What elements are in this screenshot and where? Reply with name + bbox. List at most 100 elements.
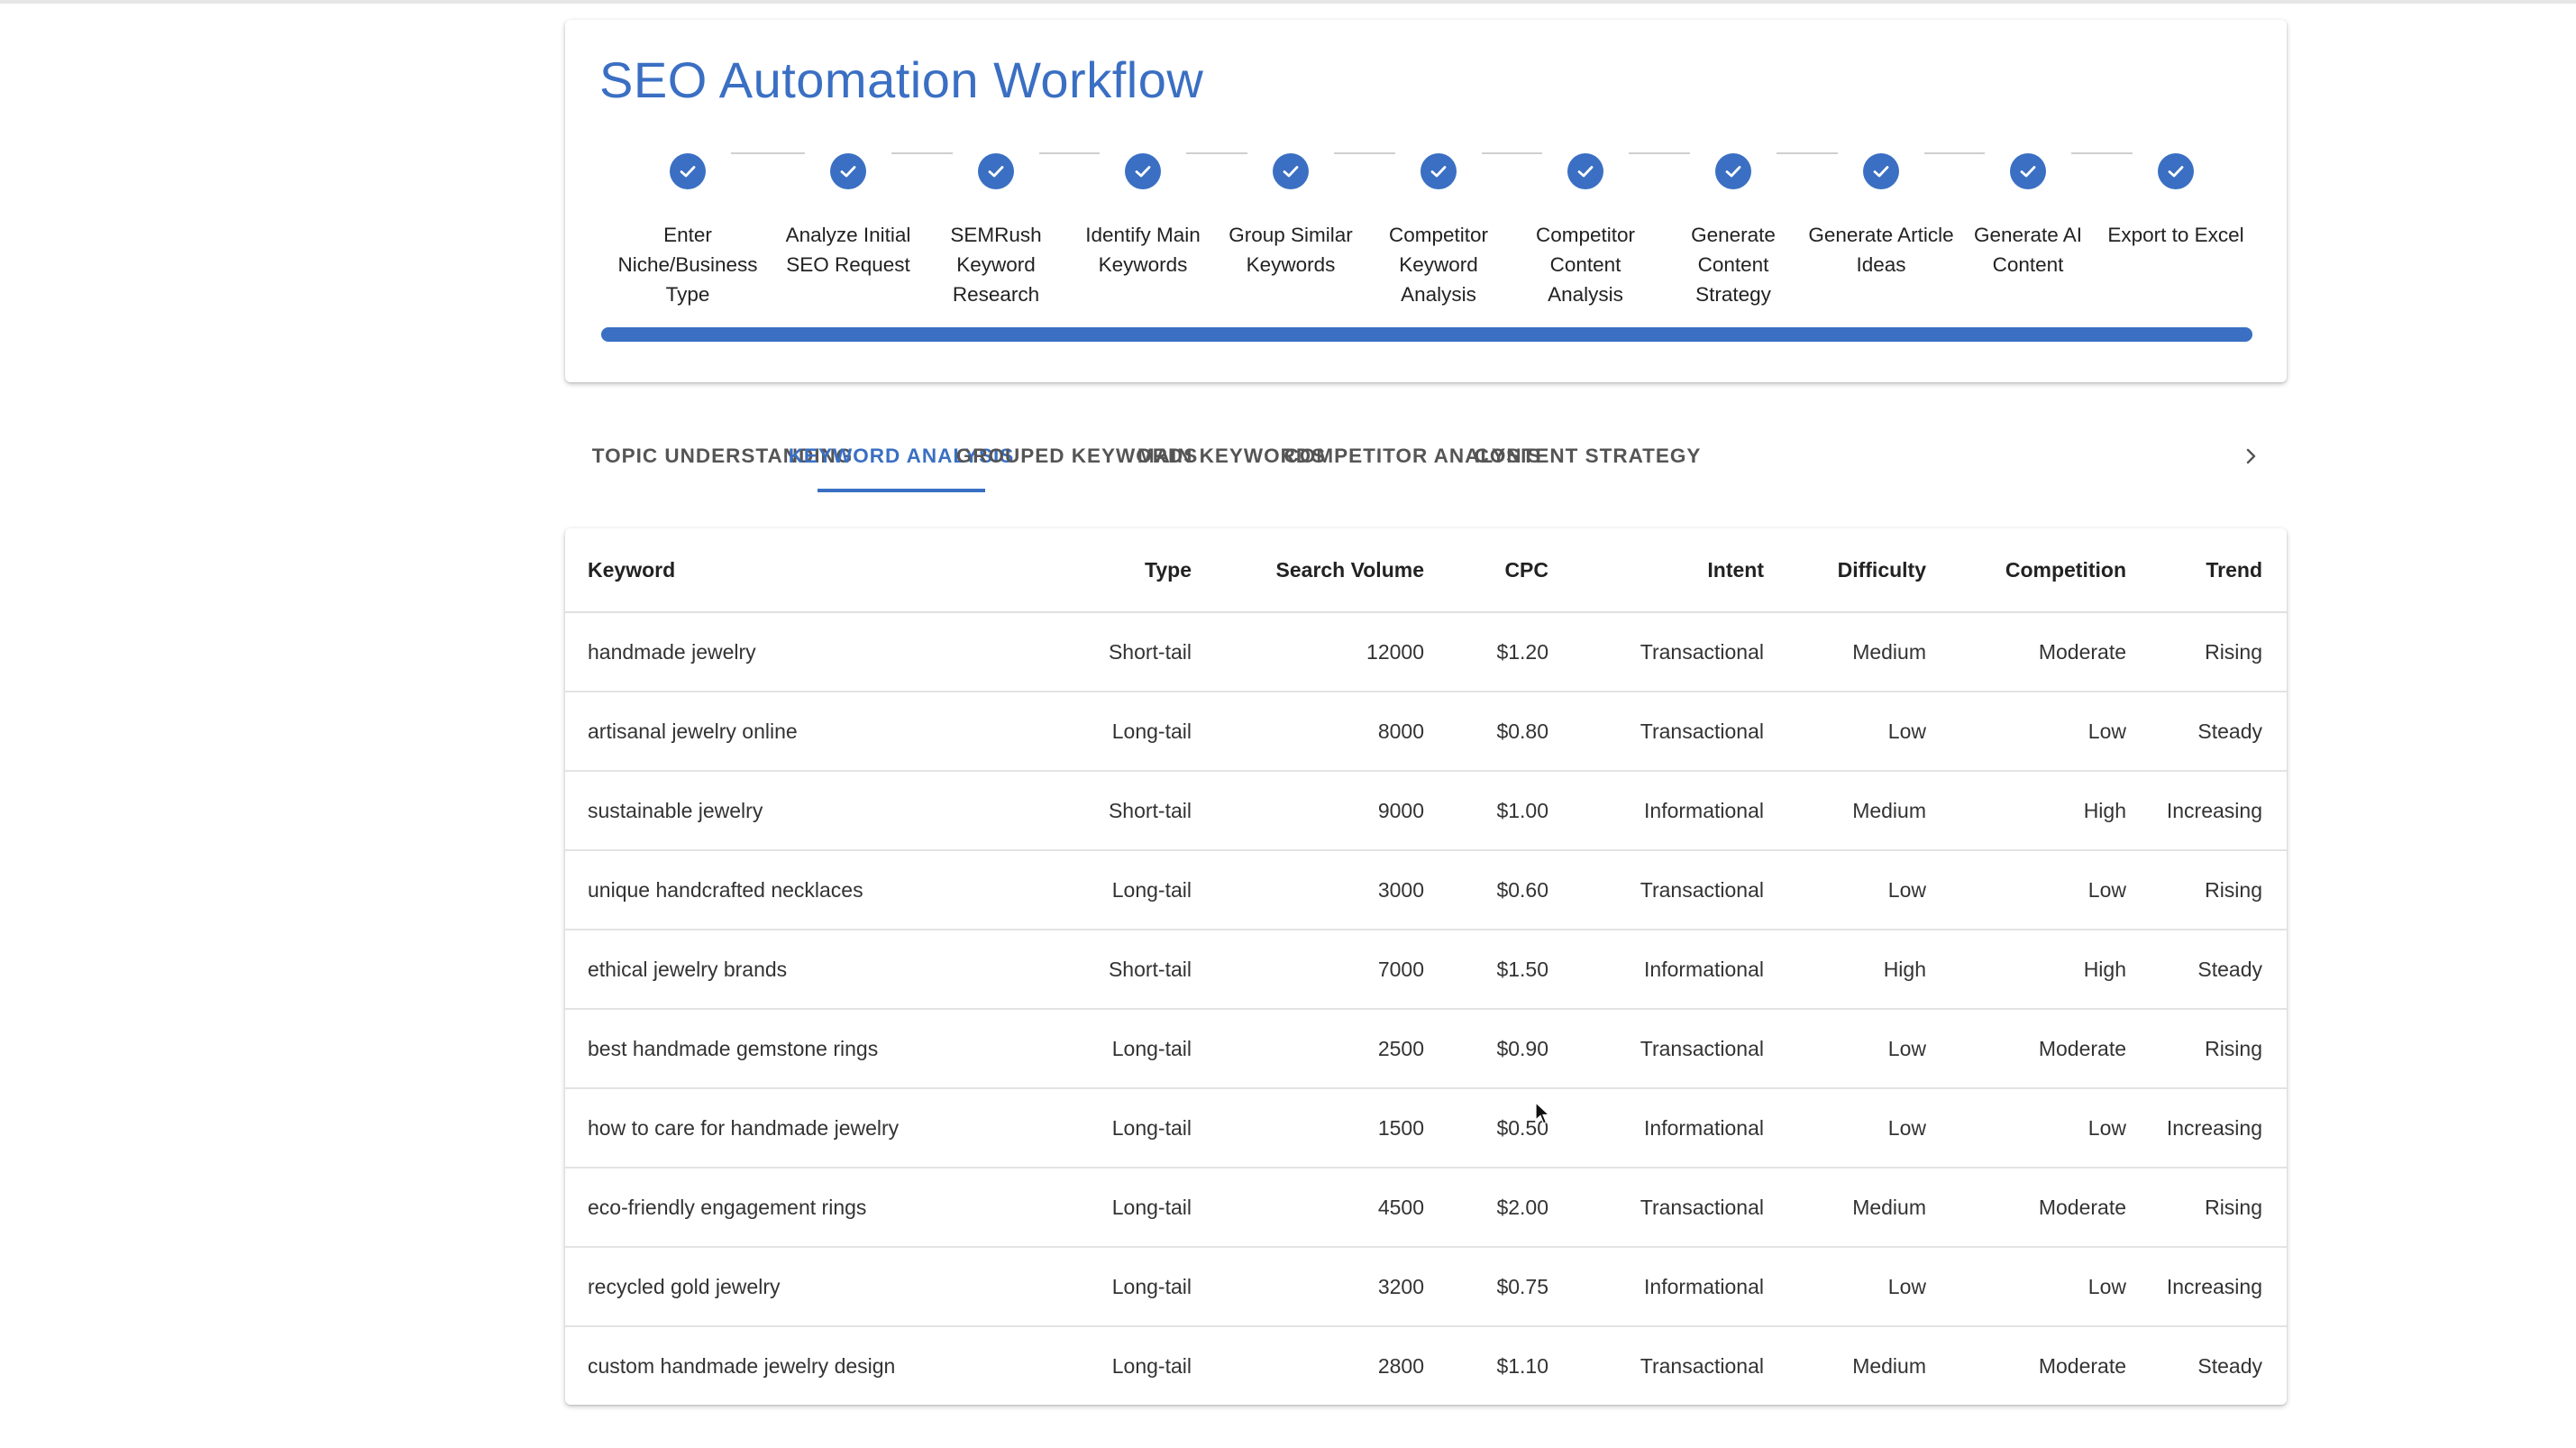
cell-competition: High xyxy=(1926,930,2126,1010)
workflow-step: SEMRush Keyword Research xyxy=(922,153,1070,309)
step-label: Group Similar Keywords xyxy=(1229,224,1353,276)
column-header-trend: Trend xyxy=(2126,528,2287,613)
cell-keyword: ethical jewelry brands xyxy=(565,930,1056,1010)
cell-trend: Rising xyxy=(2126,1009,2287,1089)
cell-trend: Increasing xyxy=(2126,1088,2287,1168)
cell-type: Long-tail xyxy=(1056,692,1192,772)
column-header-type: Type xyxy=(1056,528,1192,613)
cell-type: Short-tail xyxy=(1056,612,1192,692)
cell-search-volume: 3000 xyxy=(1192,850,1424,930)
cell-intent: Transactional xyxy=(1640,1353,1764,1378)
check-icon xyxy=(988,166,1004,178)
table-row: recycled gold jewelry Long-tail 3200 $0.75 I… xyxy=(565,1247,2287,1327)
check-icon xyxy=(1135,166,1151,178)
table-row: ethical jewelry brands Short-tail 7000 $1.5… xyxy=(565,930,2287,1010)
cell-trend: Steady xyxy=(2126,930,2287,1010)
cell-cpc: $2.00 xyxy=(1424,1168,1548,1248)
tab-grouped-keywords[interactable]: GROUPED KEYWORDS xyxy=(956,424,1198,489)
cell-difficulty: Medium xyxy=(1764,1168,1926,1248)
table-row: unique handcrafted necklaces Long-tail 300… xyxy=(565,850,2287,930)
step-label: Generate Article Ideas xyxy=(1808,224,1954,276)
cell-type: Long-tail xyxy=(1056,1009,1192,1089)
keyword-analysis-table: Keyword Type Search Volume CPC Intent Difficu… xyxy=(565,528,2287,1405)
cell-difficulty: Medium xyxy=(1764,612,1926,692)
results-tabs: TOPIC UNDERSTANDING KEYWORD ANALYSIS GROUP… xyxy=(565,424,2287,492)
cell-keyword: unique handcrafted necklaces xyxy=(565,850,1056,930)
check-icon xyxy=(1873,166,1889,178)
cell-keyword: how to care for handmade jewelry xyxy=(565,1088,1056,1168)
cell-trend: Increasing xyxy=(2126,771,2287,851)
check-icon xyxy=(2020,166,2036,178)
cell-intent: Informational xyxy=(1548,930,1764,1010)
cell-intent: Informational xyxy=(1548,771,1764,851)
cell-type: Long-tail xyxy=(1056,1247,1192,1327)
cell-competition: Low xyxy=(1926,1247,2126,1327)
column-header-search-volume: Search Volume xyxy=(1192,528,1424,613)
cell-cpc: $1.00 xyxy=(1424,771,1548,851)
workflow-step: Export to Excel xyxy=(2102,153,2250,250)
step-label: Generate Content Strategy xyxy=(1691,224,1776,306)
cell-type: Long-tail xyxy=(1111,1353,1192,1378)
tab-competitor-analysis[interactable]: COMPETITOR ANALYSIS xyxy=(1284,424,1541,489)
cell-type: Long-tail xyxy=(1056,1088,1192,1168)
cell-competition: Moderate xyxy=(1926,612,2126,692)
cell-intent: Informational xyxy=(1548,1088,1764,1168)
table-row: eco-friendly engagement rings Long-tail 45… xyxy=(565,1168,2287,1248)
cell-trend: Increasing xyxy=(2126,1247,2287,1327)
column-header-competition: Competition xyxy=(1926,528,2126,613)
tab-keyword-analysis[interactable]: KEYWORD ANALYSIS xyxy=(789,424,1014,489)
cell-competition: Moderate xyxy=(1926,1168,2126,1248)
tab-content-strategy[interactable]: CONTENT STRATEGY xyxy=(1475,424,1701,489)
cell-trend: Rising xyxy=(2126,1168,2287,1248)
workflow-step: Competitor Keyword Analysis xyxy=(1365,153,1512,309)
active-tab-indicator xyxy=(818,489,985,492)
cell-intent: Transactional xyxy=(1548,1009,1764,1089)
tab-main-keywords[interactable]: MAIN KEYWORDS xyxy=(1137,424,1325,489)
table-row: custom handmade jewelry design Long-tail 2… xyxy=(565,1326,2287,1405)
check-icon xyxy=(1725,166,1741,178)
step-label: Generate AI Content xyxy=(1973,224,2083,276)
mouse-cursor-icon xyxy=(1535,1102,1551,1124)
cell-type: Long-tail xyxy=(1056,850,1192,930)
cell-type: Short-tail xyxy=(1056,771,1192,851)
step-complete-badge xyxy=(2010,153,2046,189)
cell-keyword: artisanal jewelry online xyxy=(565,692,1056,772)
cell-search-volume: 2800 xyxy=(1377,1353,1424,1378)
step-complete-badge xyxy=(1715,153,1751,189)
step-complete-badge xyxy=(830,153,866,189)
cell-competition: Moderate xyxy=(1926,1009,2126,1089)
workflow-step: Competitor Content Analysis xyxy=(1512,153,1659,309)
cell-cpc: $0.60 xyxy=(1424,850,1548,930)
cell-intent: Informational xyxy=(1548,1247,1764,1327)
tab-topic-understanding[interactable]: TOPIC UNDERSTANDING xyxy=(592,424,852,489)
step-label: Enter Niche/Business Type xyxy=(617,224,758,306)
tabs-scroll-right-button[interactable] xyxy=(2231,436,2270,476)
table-row: handmade jewelry Short-tail 12000 $1.20 Tran… xyxy=(565,612,2287,692)
cell-intent: Transactional xyxy=(1548,1168,1764,1248)
cell-search-volume: 12000 xyxy=(1192,612,1424,692)
cell-competition: Low xyxy=(1926,850,2126,930)
step-label: Analyze Initial SEO Request xyxy=(785,224,911,276)
check-icon xyxy=(1430,166,1447,178)
cell-trend: Rising xyxy=(2126,850,2287,930)
step-complete-badge xyxy=(670,153,706,189)
workflow-progress-bar xyxy=(601,327,2252,342)
step-label: Competitor Keyword Analysis xyxy=(1388,224,1489,306)
top-divider xyxy=(0,0,2576,4)
workflow-step: Group Similar Keywords xyxy=(1217,153,1365,280)
cell-keyword: custom handmade jewelry design xyxy=(588,1353,896,1378)
check-icon xyxy=(840,166,856,178)
cell-keyword: recycled gold jewelry xyxy=(565,1247,1056,1327)
cell-search-volume: 8000 xyxy=(1192,692,1424,772)
cell-keyword: eco-friendly engagement rings xyxy=(565,1168,1056,1248)
step-complete-badge xyxy=(1567,153,1603,189)
step-complete-badge xyxy=(978,153,1014,189)
cell-difficulty: Low xyxy=(1764,692,1926,772)
cell-intent: Transactional xyxy=(1548,850,1764,930)
column-header-difficulty: Difficulty xyxy=(1764,528,1926,613)
step-complete-badge xyxy=(1863,153,1899,189)
workflow-card: SEO Automation Workflow Enter Niche/Busi… xyxy=(565,20,2287,382)
cell-cpc: $0.75 xyxy=(1424,1247,1548,1327)
cell-competition: Low xyxy=(1926,692,2126,772)
step-label: Identify Main Keywords xyxy=(1085,224,1201,276)
